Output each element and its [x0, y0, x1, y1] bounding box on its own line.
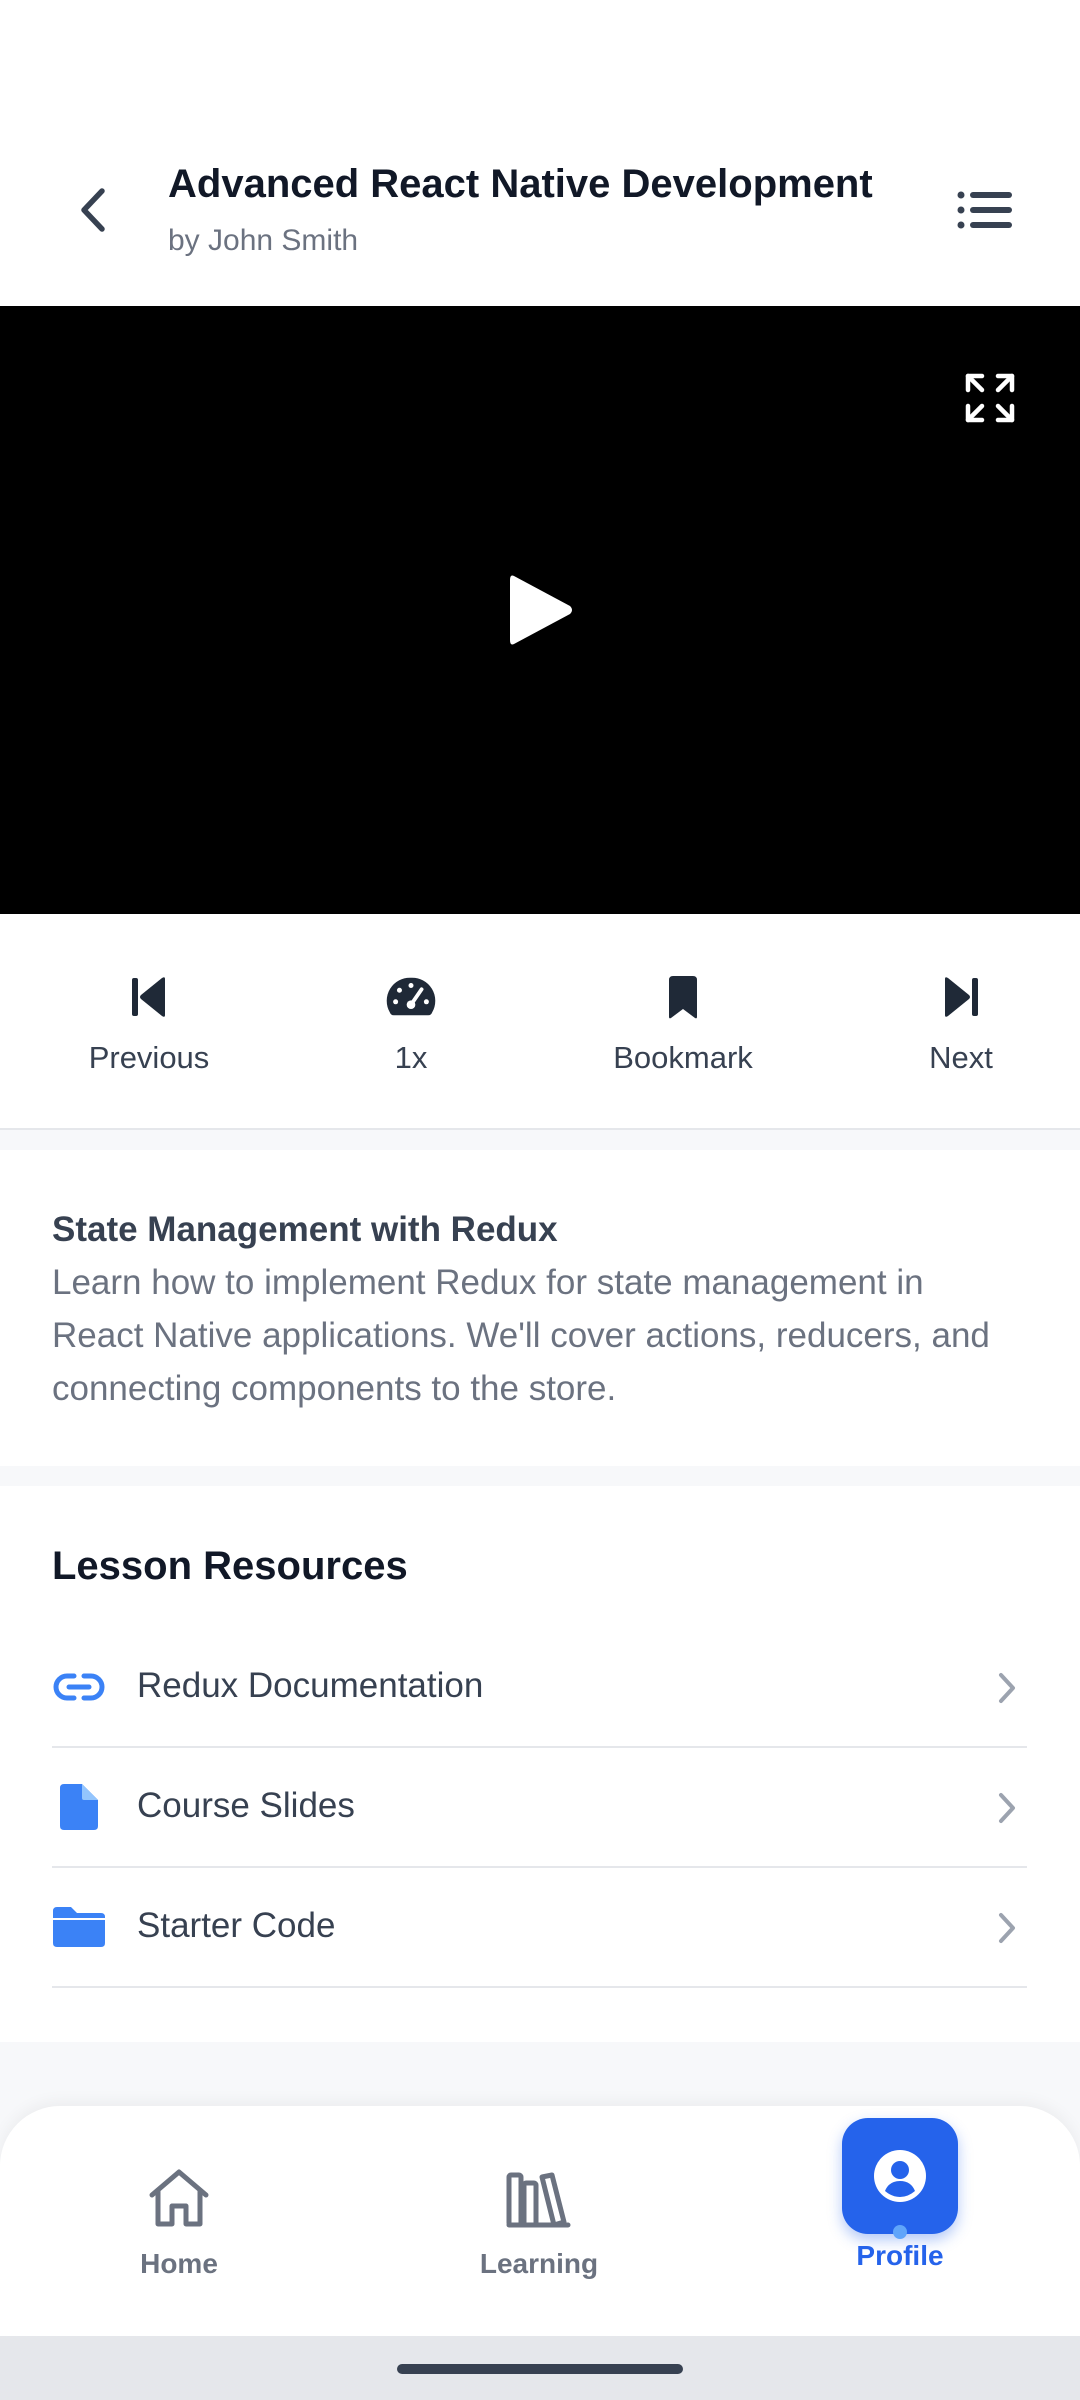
bookmark-label: Bookmark: [613, 1040, 753, 1075]
next-label: Next: [929, 1040, 993, 1075]
library-icon: [499, 2158, 579, 2238]
active-tab-indicator: [893, 2225, 907, 2239]
fullscreen-button[interactable]: [962, 370, 1018, 426]
folder-icon: [52, 1902, 106, 1952]
speed-button[interactable]: 1x: [311, 914, 511, 1128]
file-icon: [52, 1782, 106, 1832]
lesson-title: State Management with Redux: [52, 1210, 558, 1249]
playback-controls: Previous 1x Bookmark Next: [0, 914, 1080, 1130]
expand-icon: [965, 373, 1015, 423]
tab-profile-label: Profile: [856, 2240, 944, 2271]
lesson-list-button[interactable]: [950, 180, 1020, 240]
chevron-right-icon: [987, 1786, 1027, 1830]
previous-button[interactable]: Previous: [49, 914, 249, 1128]
speed-label: 1x: [394, 1040, 428, 1075]
skip-forward-icon: [936, 972, 986, 1022]
resource-label: Starter Code: [137, 1906, 336, 1945]
list-icon: [957, 191, 1012, 229]
back-button[interactable]: [64, 170, 124, 250]
home-icon: [139, 2158, 219, 2238]
app-header: [0, 0, 1080, 306]
tab-profile[interactable]: [842, 2118, 958, 2234]
tab-learning[interactable]: Learning: [429, 2106, 649, 2336]
tab-home-label: Home: [140, 2248, 218, 2279]
resource-item-course-slides[interactable]: Course Slides: [52, 1748, 1027, 1868]
resource-label: Course Slides: [137, 1786, 355, 1825]
bookmark-button[interactable]: Bookmark: [583, 914, 783, 1128]
resource-item-redux-docs[interactable]: Redux Documentation: [52, 1628, 1027, 1748]
chevron-right-icon: [987, 1666, 1027, 1710]
resources-heading: Lesson Resources: [52, 1544, 408, 1588]
link-icon: [52, 1662, 106, 1712]
user-circle-icon: [874, 2150, 926, 2202]
bookmark-icon: [658, 972, 708, 1022]
course-title: Advanced React Native Development: [168, 162, 873, 206]
chevron-left-icon: [81, 188, 105, 232]
course-author: by John Smith: [168, 224, 359, 257]
resource-item-starter-code[interactable]: Starter Code: [52, 1868, 1027, 1988]
next-button[interactable]: Next: [861, 914, 1061, 1128]
tab-home[interactable]: Home: [69, 2106, 289, 2336]
home-indicator[interactable]: [397, 2364, 683, 2374]
tab-learning-label: Learning: [479, 2248, 599, 2279]
resource-label: Redux Documentation: [137, 1666, 484, 1705]
play-button[interactable]: [490, 560, 590, 660]
speedometer-icon: [386, 972, 436, 1022]
play-icon: [510, 575, 572, 645]
previous-label: Previous: [88, 1040, 210, 1075]
skip-back-icon: [124, 972, 174, 1022]
chevron-right-icon: [987, 1906, 1027, 1950]
lesson-description: Learn how to implement Redux for state m…: [52, 1263, 990, 1408]
